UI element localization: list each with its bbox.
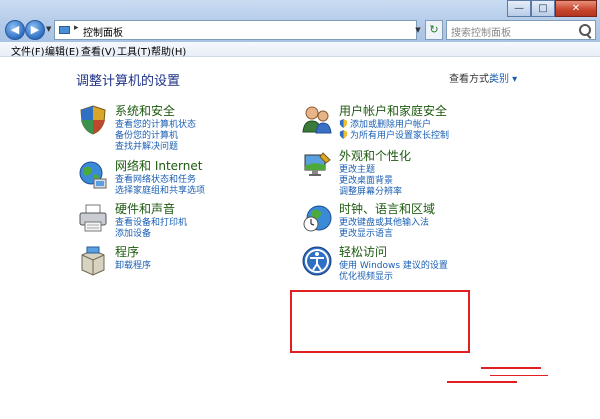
link-text: 为所有用户设置家长控制	[350, 131, 450, 141]
refresh-button[interactable]: ↻	[425, 20, 443, 40]
search-icon[interactable]	[579, 24, 591, 36]
close-button[interactable]: ✕	[555, 0, 597, 17]
menu-file[interactable]: 文件(F)	[11, 43, 45, 58]
forward-button[interactable]: ▶	[25, 20, 45, 40]
menu-edit[interactable]: 编辑(E)	[45, 43, 79, 58]
search-input[interactable]: 搜索控制面板	[446, 20, 596, 40]
network-globe-icon[interactable]	[77, 159, 109, 191]
menu-help[interactable]: 帮助(H)	[151, 43, 186, 58]
arrow-right-icon: ▶	[30, 23, 40, 36]
back-button[interactable]: ◀	[5, 20, 25, 40]
title-bar: — □ ✕ ◀ ▶ ▼ ▸ 控制面板 ▼ ↻ 搜索控制面板	[0, 0, 600, 42]
annotation-underline	[447, 381, 517, 383]
ease-of-access-icon[interactable]	[301, 245, 333, 277]
page-title: 调整计算机的设置	[76, 74, 181, 89]
clock-globe-icon[interactable]	[301, 202, 333, 234]
annotation-underline	[490, 375, 548, 376]
view-by-dropdown[interactable]: 类别 ▾	[489, 70, 517, 85]
recent-pages-dropdown[interactable]: ▼	[46, 25, 51, 33]
link-parental-controls[interactable]: 为所有用户设置家长控制	[339, 128, 449, 141]
annotation-underline	[481, 367, 541, 369]
shield-icon[interactable]	[77, 104, 109, 136]
control-panel-content: 调整计算机的设置 查看方式: 类别 ▾ 系统和安全 查看您的计算机状态 备份您的…	[0, 57, 600, 419]
link-change-display-language[interactable]: 更改显示语言	[339, 226, 393, 239]
menu-view[interactable]: 查看(V)	[81, 43, 116, 58]
menu-tools[interactable]: 工具(T)	[117, 43, 151, 58]
programs-box-icon[interactable]	[77, 245, 109, 277]
link-add-device[interactable]: 添加设备	[115, 226, 151, 239]
breadcrumb-control-panel[interactable]: 控制面板	[83, 24, 123, 39]
link-screen-resolution[interactable]: 调整屏幕分辨率	[339, 184, 402, 197]
refresh-icon: ↻	[429, 23, 439, 36]
users-icon[interactable]	[301, 104, 333, 136]
breadcrumb-chevron-icon[interactable]: ▸	[74, 23, 79, 33]
search-placeholder: 搜索控制面板	[451, 28, 511, 39]
uac-shield-icon	[339, 130, 348, 139]
address-bar[interactable]: ▸ 控制面板	[54, 20, 417, 40]
view-by-label: 查看方式:	[449, 74, 493, 85]
uac-shield-icon	[339, 119, 348, 128]
control-panel-icon	[59, 26, 70, 34]
link-homegroup-sharing[interactable]: 选择家庭组和共享选项	[115, 183, 205, 196]
address-history-dropdown[interactable]: ▼	[412, 21, 424, 39]
maximize-button[interactable]: □	[531, 0, 555, 17]
link-troubleshoot[interactable]: 查找并解决问题	[115, 139, 178, 152]
link-uninstall-program[interactable]: 卸载程序	[115, 258, 151, 271]
annotation-highlight-box	[290, 290, 470, 353]
menu-bar: 文件(F) 编辑(E) 查看(V) 工具(T) 帮助(H)	[0, 42, 600, 58]
minimize-button[interactable]: —	[507, 0, 531, 17]
printer-icon[interactable]	[77, 202, 109, 234]
link-optimize-visual-display[interactable]: 优化视频显示	[339, 269, 393, 282]
arrow-left-icon: ◀	[10, 23, 20, 36]
chevron-down-icon: ▼	[46, 25, 52, 33]
window-controls: — □ ✕	[507, 0, 597, 17]
personalization-monitor-icon[interactable]	[301, 149, 333, 181]
chevron-down-icon: ▼	[415, 26, 421, 34]
